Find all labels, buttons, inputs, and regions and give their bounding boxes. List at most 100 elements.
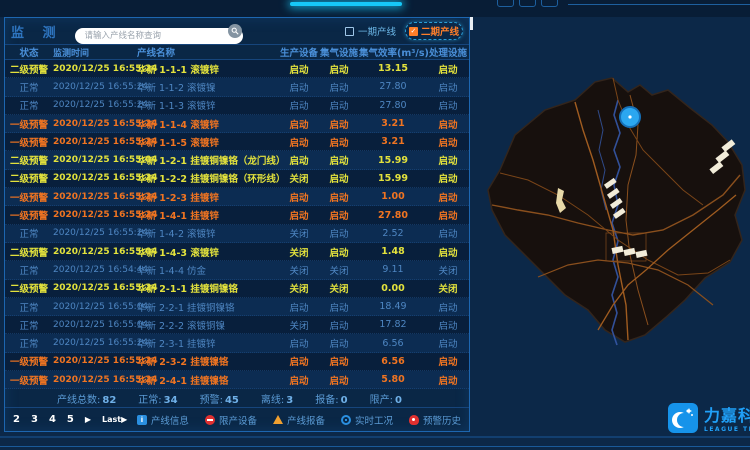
time-cell: 2020/12/25 16:55:24 xyxy=(53,283,137,293)
table-row[interactable]: 一级预警2020/12/25 16:55:24华新 2-4-1 挂镀镍铬启动启动… xyxy=(5,371,469,389)
time-cell: 2020/12/25 16:55:04 xyxy=(53,155,137,165)
column-header: 集气效率(m³/s) xyxy=(359,45,427,59)
gas-cell: 启动 xyxy=(319,190,359,204)
name-cell: 华新 2-4-1 挂镀镍铬 xyxy=(137,373,279,387)
last-page-button[interactable]: Last▶ xyxy=(102,415,127,424)
name-cell: 华新 1-4-1 挂镀锌 xyxy=(137,208,279,222)
table-row[interactable]: 一级预警2020/12/25 16:55:24华新 2-3-2 挂镀镍铬启动启动… xyxy=(5,353,469,371)
eff-cell: 15.99 xyxy=(359,173,427,184)
gas-cell: 启动 xyxy=(319,117,359,131)
gauge-icon xyxy=(341,415,351,425)
status-cell: 二级预警 xyxy=(5,153,53,167)
table-row[interactable]: 一级预警2020/12/25 16:55:24华新 1-1-4 滚镀锌启动启动3… xyxy=(5,115,469,133)
eff-cell: 27.80 xyxy=(359,100,427,111)
prod-cell: 启动 xyxy=(279,336,319,350)
treat-cell: 启动 xyxy=(427,190,469,204)
status-cell: 正常 xyxy=(5,80,53,94)
gas-cell: 启动 xyxy=(319,171,359,185)
eff-cell: 27.80 xyxy=(359,81,427,92)
table-row[interactable]: 二级预警2020/12/25 16:55:24华新 2-1-1 挂镀铜镍铬关闭关… xyxy=(5,280,469,298)
table-row[interactable]: 二级预警2020/12/25 16:55:04华新 1-2-1 挂镀铜镍铬（龙门… xyxy=(5,151,469,169)
menu-item-限产设备[interactable]: 限产设备 xyxy=(205,413,257,427)
next-page-icon[interactable]: ▶ xyxy=(85,415,91,424)
eff-cell: 6.56 xyxy=(359,338,427,349)
treat-cell: 启动 xyxy=(427,98,469,112)
phase1-toggle[interactable]: 一期产线 xyxy=(345,24,396,38)
monitoring-panel: 监 测 一期产线 ✓ 二期产线 状态监测时间产线名称生产设备集气设施集气效率(m xyxy=(4,17,470,432)
treat-cell: 启动 xyxy=(427,336,469,350)
phase2-button[interactable]: ✓ 二期产线 xyxy=(405,22,463,40)
prod-cell: 关闭 xyxy=(279,171,319,185)
menu-item-产线信息[interactable]: i产线信息 xyxy=(137,413,189,427)
table-row[interactable]: 一级预警2020/12/25 16:55:24华新 1-1-5 滚镀锌启动启动3… xyxy=(5,133,469,151)
table-row[interactable]: 正常2020/12/25 16:55:24华新 1-4-2 滚镀锌关闭启动2.5… xyxy=(5,225,469,243)
name-cell: 华新 1-2-2 挂镀铜镍铬（环形线） xyxy=(137,171,279,185)
table-row[interactable]: 正常2020/12/25 16:55:04华新 2-2-1 挂镀铜镍铬启动启动1… xyxy=(5,298,469,316)
column-header: 状态 xyxy=(5,45,53,59)
status-cell: 一级预警 xyxy=(5,354,53,368)
gas-cell: 启动 xyxy=(319,226,359,240)
eff-cell: 18.49 xyxy=(359,301,427,312)
gas-cell: 启动 xyxy=(319,98,359,112)
gas-cell: 启动 xyxy=(319,208,359,222)
bottom-bar: 2345 ▶ Last▶ i产线信息 限产设备 产线报备 实时工况 预警历史 xyxy=(5,407,469,431)
gas-cell: 启动 xyxy=(319,318,359,332)
menu-item-实时工况[interactable]: 实时工况 xyxy=(341,413,393,427)
page-number[interactable]: 3 xyxy=(31,414,38,425)
search-input[interactable] xyxy=(75,28,243,44)
page-number[interactable]: 5 xyxy=(67,414,74,425)
table-row[interactable]: 一级预警2020/12/25 16:55:24华新 1-4-1 挂镀锌启动启动2… xyxy=(5,206,469,224)
table-row[interactable]: 二级预警2020/12/25 16:55:24华新 1-2-2 挂镀铜镍铬（环形… xyxy=(5,170,469,188)
page-number[interactable]: 4 xyxy=(49,414,56,425)
table-row[interactable]: 二级预警2020/12/25 16:55:24华新 1-1-1 滚镀锌启动启动1… xyxy=(5,60,469,78)
checkbox-unchecked-icon[interactable] xyxy=(345,27,354,36)
menu-item-产线报备[interactable]: 产线报备 xyxy=(273,413,325,427)
status-cell: 正常 xyxy=(5,318,53,332)
name-cell: 华新 1-4-3 滚镀锌 xyxy=(137,245,279,259)
menu-item-预警历史[interactable]: 预警历史 xyxy=(409,413,461,427)
status-cell: 二级预警 xyxy=(5,245,53,259)
column-header: 产线名称 xyxy=(137,45,279,59)
name-cell: 华新 1-4-2 滚镀锌 xyxy=(137,226,279,240)
prod-cell: 关闭 xyxy=(279,245,319,259)
table-row[interactable]: 正常2020/12/25 16:55:24华新 2-3-1 挂镀锌启动启动6.5… xyxy=(5,334,469,352)
brand-name: 力嘉科技 xyxy=(704,402,750,426)
pagination: 2345 ▶ Last▶ xyxy=(13,414,127,425)
name-cell: 华新 2-3-2 挂镀镍铬 xyxy=(137,354,279,368)
status-cell: 正常 xyxy=(5,300,53,314)
status-cell: 一级预警 xyxy=(5,117,53,131)
prod-cell: 关闭 xyxy=(279,281,319,295)
gas-cell: 启动 xyxy=(319,336,359,350)
page-number[interactable]: 2 xyxy=(13,414,20,425)
gas-cell: 启动 xyxy=(319,300,359,314)
phase1-label: 一期产线 xyxy=(358,24,396,38)
treat-cell: 启动 xyxy=(427,245,469,259)
brand-subtitle: LEAGUE TECH xyxy=(704,426,750,433)
time-cell: 2020/12/25 16:55:04 xyxy=(53,320,137,330)
status-cell: 二级预警 xyxy=(5,171,53,185)
status-cell: 一级预警 xyxy=(5,208,53,222)
time-cell: 2020/12/25 16:55:24 xyxy=(53,173,137,183)
search-button[interactable] xyxy=(228,24,242,38)
time-cell: 2020/12/25 16:55:24 xyxy=(53,100,137,110)
eff-cell: 6.56 xyxy=(359,356,427,367)
prod-cell: 启动 xyxy=(279,117,319,131)
treat-cell: 启动 xyxy=(427,318,469,332)
checkbox-checked-icon: ✓ xyxy=(409,27,418,36)
table-row[interactable]: 正常2020/12/25 16:55:04华新 2-2-2 滚镀铜镍关闭启动17… xyxy=(5,316,469,334)
status-cell: 正常 xyxy=(5,226,53,240)
menu-item-label: 实时工况 xyxy=(355,413,393,427)
prod-cell: 启动 xyxy=(279,62,319,76)
table-row[interactable]: 一级预警2020/12/25 16:55:24华新 1-2-3 挂镀锌启动启动1… xyxy=(5,188,469,206)
menu-item-label: 产线报备 xyxy=(287,413,325,427)
treat-cell: 启动 xyxy=(427,373,469,387)
table-row[interactable]: 正常2020/12/25 16:55:24华新 1-1-2 滚镀镍启动启动27.… xyxy=(5,78,469,96)
region-map[interactable] xyxy=(478,55,750,400)
table-row[interactable]: 正常2020/12/25 16:54:44华新 1-4-4 仿金关闭关闭9.11… xyxy=(5,261,469,279)
table-row[interactable]: 正常2020/12/25 16:55:24华新 1-1-3 滚镀锌启动启动27.… xyxy=(5,97,469,115)
prod-cell: 启动 xyxy=(279,190,319,204)
eff-cell: 3.21 xyxy=(359,118,427,129)
summary-item: 产线总数:82 xyxy=(57,391,116,406)
table-row[interactable]: 二级预警2020/12/25 16:55:04华新 1-4-3 滚镀锌关闭启动1… xyxy=(5,243,469,261)
treat-cell: 启动 xyxy=(427,153,469,167)
